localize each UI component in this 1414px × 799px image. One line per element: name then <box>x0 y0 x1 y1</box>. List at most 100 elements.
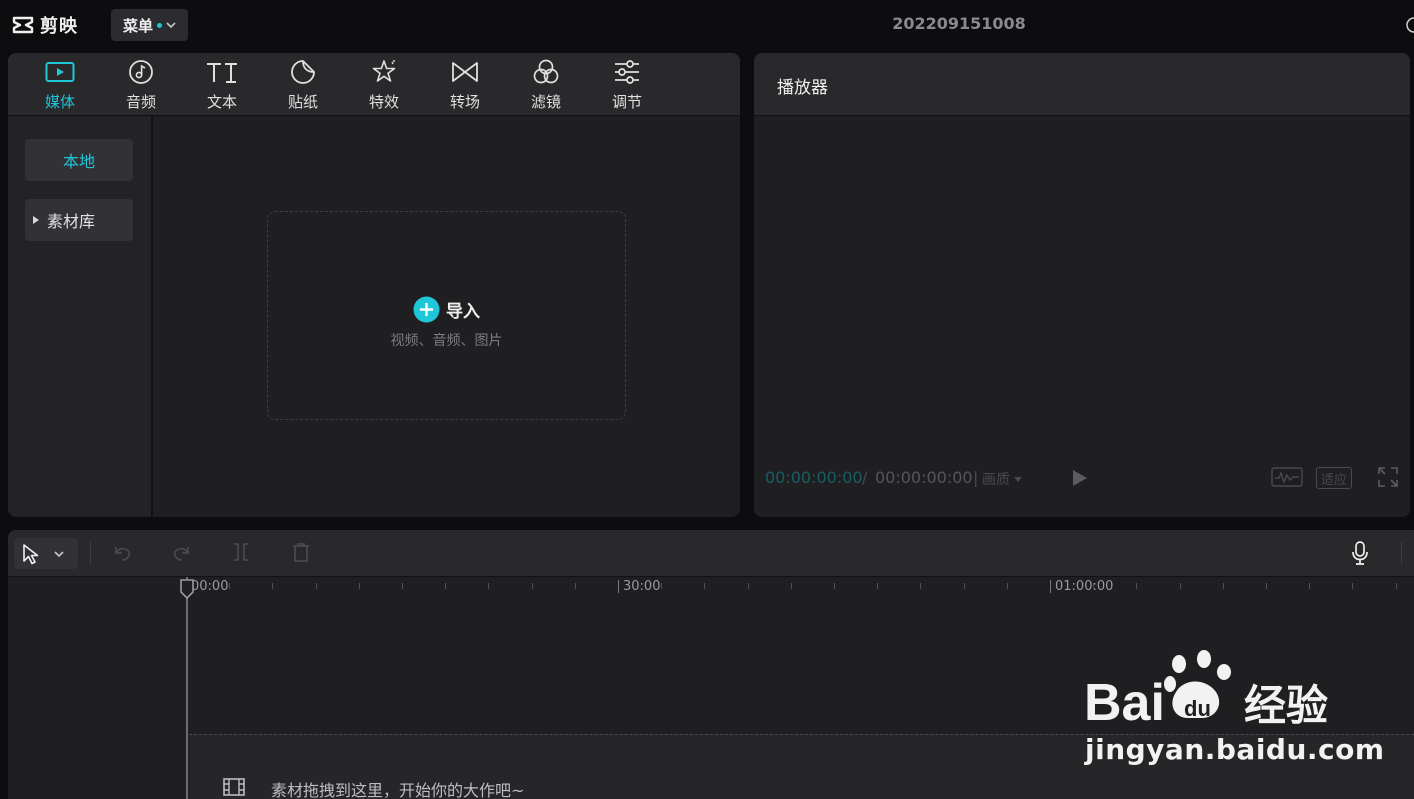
top-bar <box>0 0 1414 48</box>
import-button[interactable]: 导入 <box>268 296 625 323</box>
watermark-url: jingyan.baidu.com <box>1085 733 1385 766</box>
tab-sticker[interactable]: 贴纸 <box>268 53 338 115</box>
quality-label: 画质 <box>982 472 1010 488</box>
ruler-tick <box>1007 583 1008 589</box>
cursor-icon <box>23 543 39 564</box>
ruler-tick <box>402 583 403 589</box>
undo-icon[interactable] <box>112 542 132 562</box>
tab-media-label: 媒体 <box>44 93 75 111</box>
svg-text:经验: 经验 <box>1244 681 1328 730</box>
text-icon <box>207 63 237 83</box>
select-tool-button[interactable] <box>14 538 78 569</box>
quality-dropdown[interactable]: 画质 <box>982 469 1022 489</box>
import-drop-zone[interactable]: 导入 视频、音频、图片 <box>267 211 626 420</box>
ruler-tick <box>1352 583 1353 589</box>
playhead-line[interactable] <box>186 577 188 799</box>
sidebar-item-local[interactable]: 本地 <box>25 139 133 181</box>
effects-icon <box>372 60 396 82</box>
delete-icon[interactable] <box>291 542 311 562</box>
ruler-tick <box>532 583 533 589</box>
ruler-label: 00:00 <box>191 579 229 594</box>
help-icon[interactable] <box>1405 16 1414 34</box>
player-panel: 播放器 00:00:00:00 / 00:00:00:00 | 画质 适应 <box>754 53 1410 517</box>
ruler-major-tick <box>1050 580 1051 593</box>
ruler-tick <box>229 583 230 589</box>
media-icon <box>45 62 75 82</box>
play-icon[interactable] <box>1072 469 1088 487</box>
tab-text-label: 文本 <box>206 93 237 111</box>
baidu-logo-watermark: Bai du 经验 <box>1084 650 1328 730</box>
app-name: 剪映 <box>40 16 78 37</box>
current-time: 00:00:00:00 <box>765 468 863 487</box>
tab-audio[interactable]: 音频 <box>106 53 176 115</box>
ruler-tick <box>359 583 360 589</box>
notification-dot <box>157 22 162 28</box>
sidebar-item-library[interactable]: 素材库 <box>25 199 133 241</box>
timeline-ruler[interactable]: 00:00 30:00 01:00:00 <box>8 577 1414 599</box>
import-hint: 视频、音频、图片 <box>390 333 503 349</box>
import-label: 导入 <box>446 302 480 322</box>
time-separator: / <box>862 468 868 487</box>
ruler-tick <box>575 583 576 589</box>
transition-icon <box>452 62 478 82</box>
capcut-logo-icon <box>12 16 34 34</box>
media-panel: 媒体 音频 文本 贴纸 特效 转场 滤镜 调节 本地 素材库 导入 视频、音频、… <box>8 53 740 517</box>
ruler-tick <box>488 583 489 589</box>
timeline-toolbar <box>8 530 1414 577</box>
ruler-tick <box>1136 583 1137 589</box>
waveform-icon[interactable] <box>1271 467 1303 487</box>
ruler-major-tick <box>618 580 619 593</box>
sidebar-item-library-label: 素材库 <box>47 212 96 231</box>
tab-adjust-label: 调节 <box>611 93 642 111</box>
tab-transition-label: 转场 <box>449 93 480 111</box>
tab-media[interactable]: 媒体 <box>25 53 95 115</box>
caret-down-icon <box>1014 476 1022 482</box>
ruler-tick <box>791 583 792 589</box>
ruler-tick <box>1309 583 1310 589</box>
ruler-tick <box>1396 583 1397 589</box>
ruler-tick <box>1180 583 1181 589</box>
menu-label: 菜单 <box>122 16 153 35</box>
tab-audio-label: 音频 <box>125 93 156 111</box>
tab-sticker-label: 贴纸 <box>287 93 318 111</box>
playhead-handle[interactable] <box>180 579 194 599</box>
toolbar-divider-right <box>1401 542 1402 564</box>
ruler-tick <box>964 583 965 589</box>
ruler-tick <box>920 583 921 589</box>
split-icon[interactable] <box>232 542 250 562</box>
player-title: 播放器 <box>777 78 828 98</box>
time-divider: | <box>973 468 979 487</box>
fit-button[interactable]: 适应 <box>1316 467 1352 489</box>
ruler-tick <box>1223 583 1224 589</box>
tab-transition[interactable]: 转场 <box>430 53 500 115</box>
tab-text[interactable]: 文本 <box>187 53 257 115</box>
total-time: 00:00:00:00 <box>875 468 973 487</box>
fullscreen-icon[interactable] <box>1378 467 1398 487</box>
ruler-tick <box>661 583 662 589</box>
sidebar-item-local-label: 本地 <box>62 152 95 171</box>
ruler-tick <box>1266 583 1267 589</box>
plus-circle-icon <box>413 296 440 323</box>
ruler-label: 01:00:00 <box>1055 579 1114 594</box>
tab-effects[interactable]: 特效 <box>349 53 419 115</box>
ruler-tick <box>748 583 749 589</box>
ruler-tick <box>272 583 273 589</box>
film-icon <box>223 778 245 796</box>
tab-effects-label: 特效 <box>368 93 399 111</box>
timeline-drop-hint: 素材拖拽到这里，开始你的大作吧~ <box>271 781 525 799</box>
ruler-label: 30:00 <box>623 579 661 594</box>
tab-adjust[interactable]: 调节 <box>592 53 662 115</box>
adjust-icon <box>615 60 639 84</box>
tab-filter[interactable]: 滤镜 <box>511 53 581 115</box>
ruler-tick <box>877 583 878 589</box>
microphone-icon[interactable] <box>1351 541 1369 565</box>
ruler-tick <box>834 583 835 589</box>
sticker-icon <box>291 60 315 84</box>
redo-icon[interactable] <box>172 542 192 562</box>
caret-right-icon <box>33 216 39 224</box>
player-header: 播放器 <box>754 53 1410 116</box>
media-sidebar: 本地 素材库 <box>8 116 153 517</box>
filter-icon <box>533 59 559 84</box>
menu-button[interactable]: 菜单 <box>111 9 188 41</box>
ruler-tick <box>316 583 317 589</box>
